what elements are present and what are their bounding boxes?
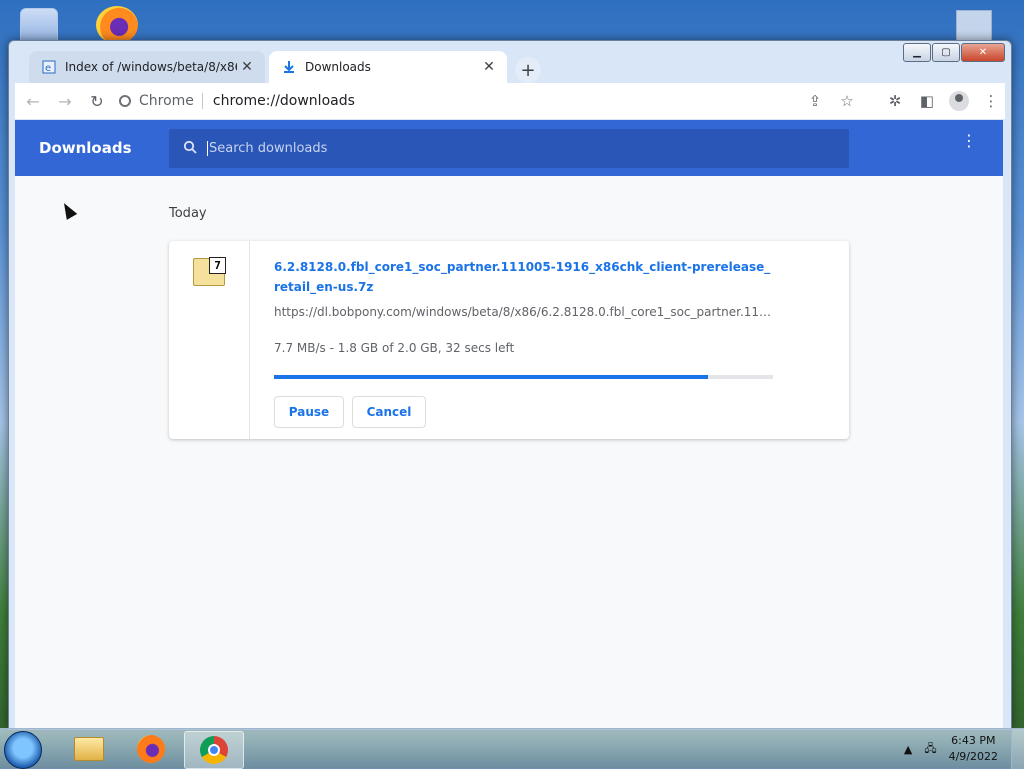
chrome-icon: [200, 736, 228, 764]
download-item: 7 6.2.8128.0.fbl_core1_soc_partner.11100…: [169, 241, 849, 439]
sidepanel-icon[interactable]: ◧: [913, 87, 941, 115]
tray-expand-icon[interactable]: ▲: [904, 743, 912, 756]
clock-date: 4/9/2022: [948, 750, 998, 763]
site-label: Chrome: [139, 93, 194, 109]
taskbar-chrome[interactable]: [184, 731, 244, 769]
close-window-button[interactable]: ✕: [961, 43, 1005, 62]
search-icon: [183, 140, 197, 158]
tab-label: Downloads: [305, 60, 371, 74]
download-url-link[interactable]: https://dl.bobpony.com/windows/beta/8/x8…: [274, 305, 774, 319]
browser-toolbar: ← → ↻ Chrome chrome://downloads ⇪ ☆ ✲ ◧ …: [15, 83, 1005, 119]
pause-button[interactable]: Pause: [274, 396, 344, 428]
downloads-menu-icon[interactable]: ⋮: [961, 133, 977, 149]
firefox-icon: [137, 735, 165, 763]
folder-icon: [74, 737, 104, 761]
7z-glyph: 7: [209, 257, 226, 274]
ie-page-icon: e: [41, 59, 57, 75]
download-progress-fill: [274, 375, 709, 379]
profile-icon[interactable]: [945, 87, 973, 115]
tab-label: Index of /windows/beta/8/x86/: [65, 60, 237, 74]
extensions-icon[interactable]: ✲: [881, 87, 909, 115]
svg-text:e: e: [45, 63, 51, 74]
close-tab-icon[interactable]: ✕: [479, 59, 499, 75]
share-icon[interactable]: ⇪: [801, 87, 829, 115]
start-button[interactable]: [4, 731, 42, 769]
cancel-button[interactable]: Cancel: [352, 396, 426, 428]
search-placeholder[interactable]: Search downloads: [207, 141, 327, 156]
download-icon-column: 7: [169, 241, 250, 439]
firefox-desktop-icon[interactable]: [96, 6, 138, 44]
taskbar-firefox[interactable]: [122, 731, 180, 767]
chrome-logo-icon: [119, 95, 131, 107]
7z-file-icon: 7: [193, 257, 226, 286]
address-bar[interactable]: Chrome chrome://downloads: [119, 87, 797, 115]
download-icon: [281, 59, 297, 75]
back-icon[interactable]: ←: [19, 87, 47, 115]
download-progress-bar: [274, 375, 773, 379]
system-tray: ▲ 🖧 6:43 PM 4/9/2022: [904, 729, 1024, 769]
download-filename-link[interactable]: 6.2.8128.0.fbl_core1_soc_partner.111005-…: [274, 257, 774, 297]
downloads-page: Downloads Search downloads ⋮ Today 7 6.2…: [15, 120, 1003, 729]
star-icon[interactable]: ☆: [833, 87, 861, 115]
url-text[interactable]: chrome://downloads: [213, 93, 355, 109]
download-status: 7.7 MB/s - 1.8 GB of 2.0 GB, 32 secs lef…: [274, 341, 515, 355]
date-section-label: Today: [169, 206, 207, 221]
site-chip[interactable]: Chrome: [119, 93, 203, 109]
tab-strip: e Index of /windows/beta/8/x86/ ✕ Downlo…: [15, 47, 911, 83]
clock-time: 6:43 PM: [951, 734, 996, 747]
reload-icon[interactable]: ↻: [83, 87, 111, 115]
search-downloads-input[interactable]: Search downloads: [169, 129, 849, 168]
clock[interactable]: 6:43 PM 4/9/2022: [949, 733, 998, 765]
close-tab-icon[interactable]: ✕: [237, 59, 257, 75]
page-title: Downloads: [39, 139, 132, 157]
new-tab-button[interactable]: +: [515, 57, 541, 83]
window-controls: ▁ ▢ ✕: [902, 43, 1005, 62]
avatar: [949, 91, 969, 111]
taskbar-explorer[interactable]: [60, 731, 118, 767]
downloads-header: Downloads Search downloads ⋮: [15, 120, 1003, 176]
forward-icon[interactable]: →: [51, 87, 79, 115]
tab-index-of-windows[interactable]: e Index of /windows/beta/8/x86/ ✕: [29, 51, 265, 83]
show-desktop-button[interactable]: [1011, 729, 1024, 769]
maximize-button[interactable]: ▢: [932, 43, 960, 62]
network-icon[interactable]: 🖧: [924, 740, 936, 759]
tab-downloads[interactable]: Downloads ✕: [269, 51, 507, 83]
taskbar: ▲ 🖧 6:43 PM 4/9/2022: [0, 728, 1024, 769]
chrome-window: ▁ ▢ ✕ e Index of /windows/beta/8/x86/ ✕ …: [8, 40, 1012, 730]
kebab-menu-icon[interactable]: ⋮: [977, 87, 1005, 115]
